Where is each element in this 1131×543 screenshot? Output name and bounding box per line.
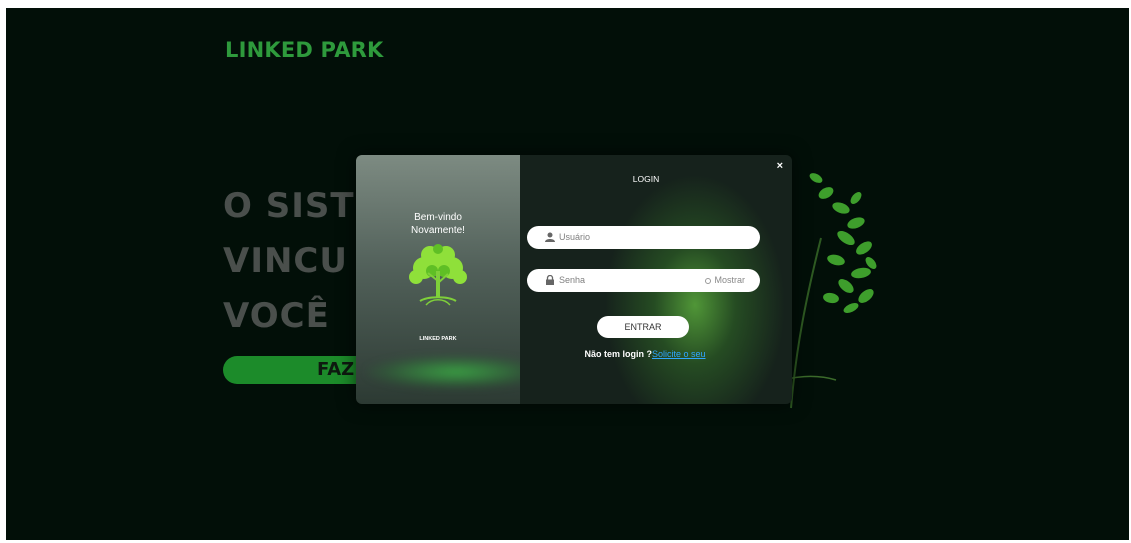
username-placeholder: Usuário xyxy=(559,232,591,242)
welcome-line-2: Novamente! xyxy=(411,225,465,236)
signup-prompt: Não tem login ?Solicite o seu xyxy=(520,349,770,359)
welcome-message: Bem-vindo Novamente! xyxy=(356,211,520,237)
close-icon[interactable]: × xyxy=(777,160,783,172)
user-icon xyxy=(545,232,555,242)
app-viewport: LINKED PARK O SISTE VINCU VOCÊ FAZ Bem-v… xyxy=(6,8,1129,540)
password-input[interactable]: Senha Mostrar xyxy=(527,269,760,292)
username-input[interactable]: Usuário xyxy=(527,226,760,249)
login-submit-button[interactable]: ENTRAR xyxy=(597,316,689,338)
login-title: LOGIN xyxy=(632,174,660,184)
panel-brand-label: LINKED PARK xyxy=(419,336,457,342)
hero-line-2: VINCU xyxy=(223,241,348,281)
login-modal: Bem-vindo Novamente! LINKED PARK LOGIN ×… xyxy=(356,155,792,404)
panel-glow xyxy=(366,355,546,389)
welcome-panel: Bem-vindo Novamente! LINKED PARK xyxy=(356,155,546,404)
password-placeholder: Senha xyxy=(559,275,586,285)
signup-link[interactable]: Solicite o seu xyxy=(652,349,706,359)
eye-icon xyxy=(705,278,712,284)
signup-prompt-text: Não tem login ? xyxy=(584,349,652,359)
lock-icon xyxy=(546,275,554,285)
tree-icon xyxy=(409,244,467,306)
show-password-label: Mostrar xyxy=(714,275,745,285)
welcome-line-1: Bem-vindo xyxy=(414,212,462,223)
show-password-toggle[interactable]: Mostrar xyxy=(705,269,745,292)
hero-line-3: VOCÊ xyxy=(223,296,330,336)
brand-logo[interactable]: LINKED PARK xyxy=(225,38,384,62)
login-form-panel: LOGIN × Usuário Senha Mostrar ENTRAR Não… xyxy=(520,155,792,404)
